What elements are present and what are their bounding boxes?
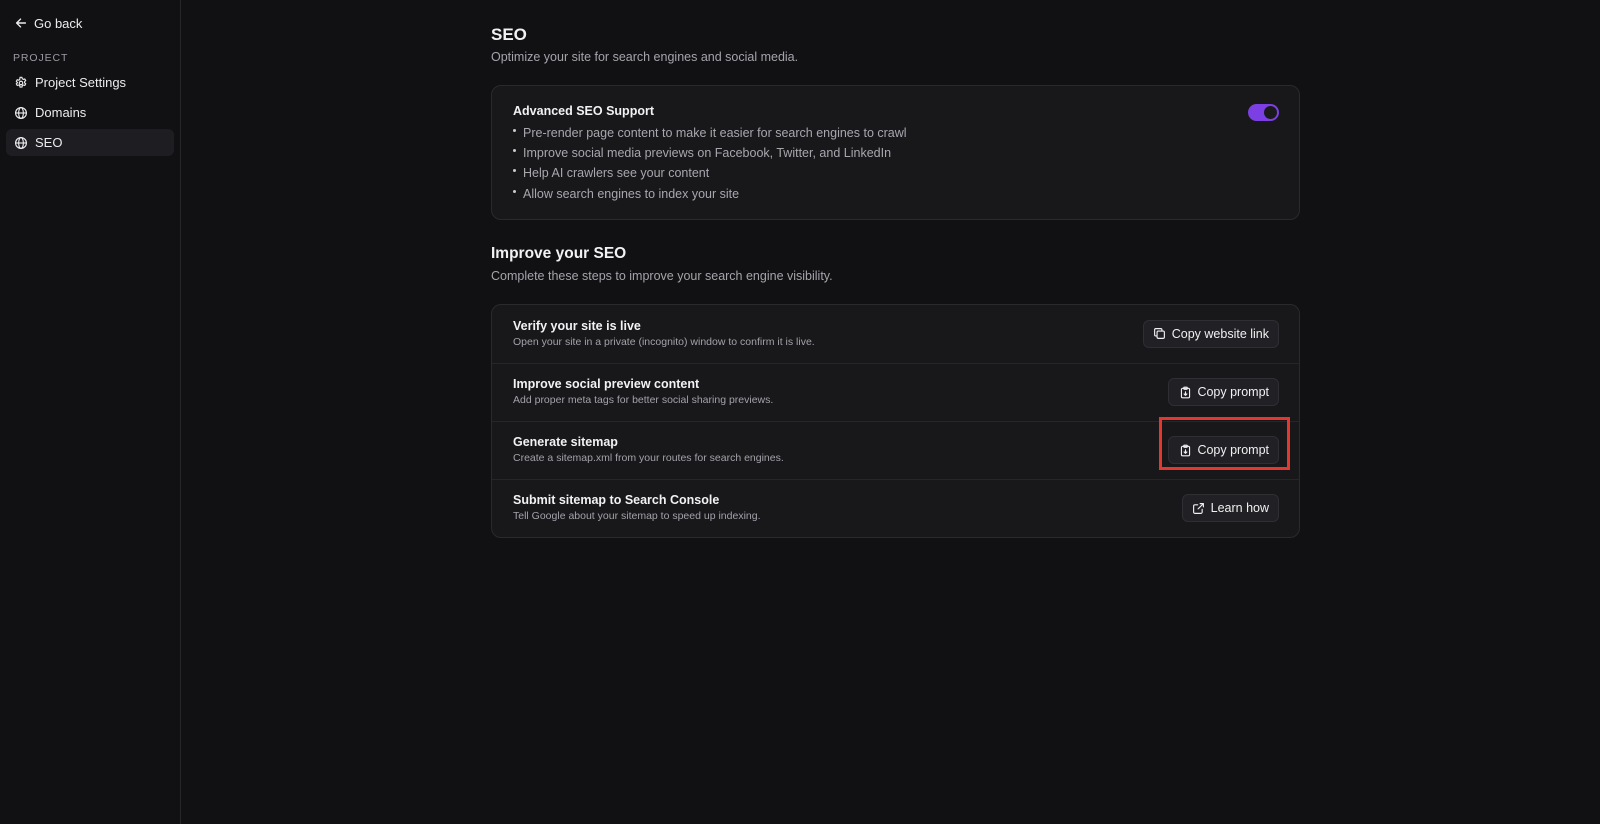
benefit-item: Help AI crawlers see your content xyxy=(513,163,1279,183)
gear-icon xyxy=(14,76,28,90)
benefit-item: Allow search engines to index your site xyxy=(513,184,1279,204)
button-label: Copy website link xyxy=(1171,326,1269,341)
advanced-seo-title: Advanced SEO Support xyxy=(513,104,654,118)
sidebar-item-seo[interactable]: SEO xyxy=(6,129,174,156)
step-description: Add proper meta tags for better social s… xyxy=(513,394,774,407)
step-text: Improve social preview content Add prope… xyxy=(513,377,773,407)
step-title: Verify your site is live xyxy=(513,318,641,333)
clipboard-icon xyxy=(1178,443,1192,457)
seo-page: SEO Optimize your site for search engine… xyxy=(491,25,1300,538)
step-verify-site: Verify your site is live Open your site … xyxy=(492,305,1299,363)
benefit-item: Pre-render page content to make it easie… xyxy=(513,123,1279,143)
seo-steps-list: Verify your site is live Open your site … xyxy=(491,303,1300,538)
sidebar-section-label: PROJECT xyxy=(13,52,69,64)
copy-website-link-button[interactable]: Copy website link xyxy=(1142,319,1279,348)
clipboard-icon xyxy=(1178,385,1192,399)
button-label: Copy prompt xyxy=(1197,443,1269,458)
step-description: Create a sitemap.xml from your routes fo… xyxy=(513,452,784,465)
improve-seo-subtitle: Complete these steps to improve your sea… xyxy=(491,268,833,283)
external-link-icon xyxy=(1192,501,1206,515)
app: Go back PROJECT Project Settings Domains xyxy=(0,0,1600,824)
step-description: Open your site in a private (incognito) … xyxy=(513,335,815,348)
page-title: SEO xyxy=(491,25,527,44)
sidebar-item-label: SEO xyxy=(35,135,63,150)
advanced-seo-card: Advanced SEO Support Pre-render page con… xyxy=(491,85,1300,220)
advanced-seo-benefits: Pre-render page content to make it easie… xyxy=(513,123,1279,204)
step-text: Generate sitemap Create a sitemap.xml fr… xyxy=(513,435,784,465)
main-content: SEO Optimize your site for search engine… xyxy=(181,0,1600,824)
button-label: Learn how xyxy=(1210,501,1269,516)
sidebar-item-project-settings[interactable]: Project Settings xyxy=(6,69,174,96)
sidebar-item-label: Domains xyxy=(35,105,87,120)
step-description: Tell Google about your sitemap to speed … xyxy=(513,510,761,523)
go-back-button[interactable]: Go back xyxy=(6,12,174,34)
learn-how-button[interactable]: Learn how xyxy=(1181,494,1279,523)
copy-prompt-button[interactable]: Copy prompt xyxy=(1168,378,1279,407)
copy-icon xyxy=(1153,327,1167,341)
step-social-preview: Improve social preview content Add prope… xyxy=(492,362,1299,421)
step-generate-sitemap: Generate sitemap Create a sitemap.xml fr… xyxy=(492,420,1299,479)
globe-icon xyxy=(14,106,28,120)
step-title: Improve social preview content xyxy=(513,377,700,392)
globe-icon xyxy=(14,136,28,150)
sidebar-nav: Project Settings Domains SEO xyxy=(6,69,174,156)
toggle-knob xyxy=(1264,106,1277,119)
arrow-left-icon xyxy=(14,16,28,30)
step-title: Generate sitemap xyxy=(513,435,618,450)
go-back-label: Go back xyxy=(34,15,83,31)
copy-prompt-button[interactable]: Copy prompt xyxy=(1168,436,1279,465)
improve-seo-title: Improve your SEO xyxy=(491,244,627,262)
sidebar-item-domains[interactable]: Domains xyxy=(6,99,174,126)
button-label: Copy prompt xyxy=(1197,385,1269,400)
sidebar: Go back PROJECT Project Settings Domains xyxy=(0,0,181,824)
step-text: Verify your site is live Open your site … xyxy=(513,319,815,349)
step-submit-sitemap: Submit sitemap to Search Console Tell Go… xyxy=(492,478,1299,537)
page-subtitle: Optimize your site for search engines an… xyxy=(491,50,799,64)
sidebar-item-label: Project Settings xyxy=(35,75,127,90)
step-text: Submit sitemap to Search Console Tell Go… xyxy=(513,493,761,523)
advanced-seo-toggle[interactable] xyxy=(1248,104,1279,121)
benefit-item: Improve social media previews on Faceboo… xyxy=(513,143,1279,163)
step-title: Submit sitemap to Search Console xyxy=(513,493,720,508)
